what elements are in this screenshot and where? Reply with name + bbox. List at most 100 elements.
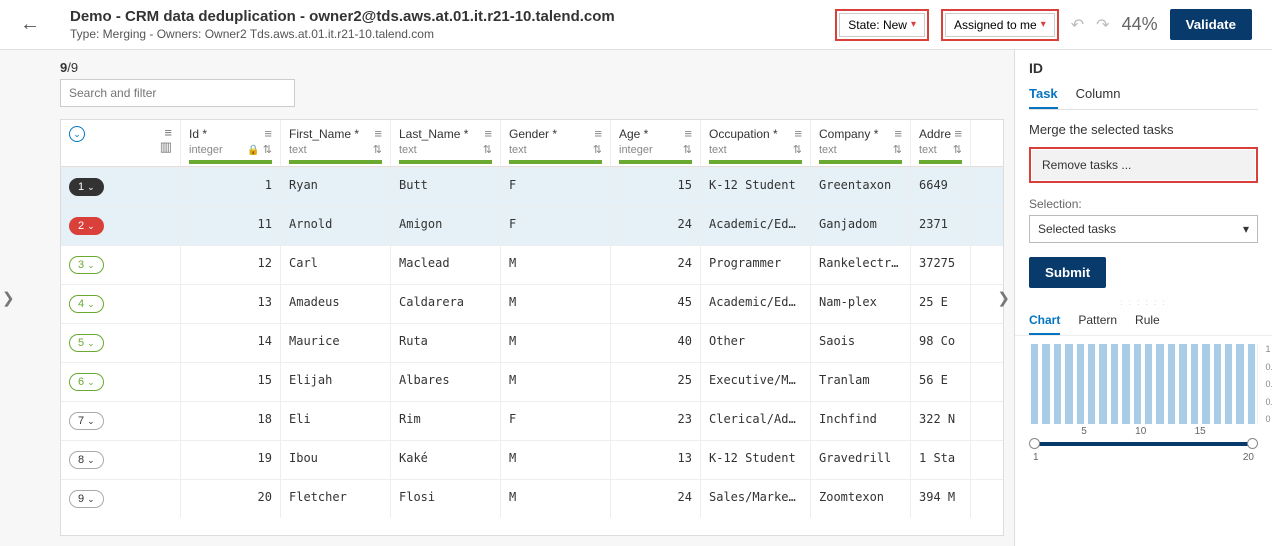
chevron-down-icon: ⌄ bbox=[87, 416, 95, 427]
column-header[interactable]: First_Name *≡text⇅ bbox=[281, 120, 391, 166]
sort-icon[interactable]: ⇅ bbox=[793, 144, 802, 156]
page-title: Demo - CRM data deduplication - owner2@t… bbox=[70, 8, 615, 25]
cell-id: 20 bbox=[181, 480, 281, 518]
column-header[interactable]: Last_Name *≡text⇅ bbox=[391, 120, 501, 166]
state-dropdown[interactable]: State: New▾ bbox=[839, 13, 925, 37]
cell-age: 13 bbox=[611, 441, 701, 479]
cell-id: 19 bbox=[181, 441, 281, 479]
cell-first-name: Carl bbox=[281, 246, 391, 284]
y-tick: 0.25 bbox=[1265, 397, 1272, 407]
cell-occupation: Other bbox=[701, 324, 811, 362]
assigned-dropdown[interactable]: Assigned to me▾ bbox=[945, 13, 1055, 37]
table-row[interactable]: 3 ⌄12CarlMacleadM24ProgrammerRankelectro… bbox=[61, 245, 1003, 284]
group-badge[interactable]: 9 ⌄ bbox=[69, 490, 104, 508]
table-row[interactable]: 9 ⌄20FletcherFlosiM24Sales/MarketingZoom… bbox=[61, 479, 1003, 518]
cell-first-name: Arnold bbox=[281, 207, 391, 245]
chevron-down-icon: ⌄ bbox=[87, 377, 95, 388]
column-header[interactable]: Gender *≡text⇅ bbox=[501, 120, 611, 166]
collapse-all-icon[interactable]: ⌄ bbox=[69, 126, 85, 142]
cell-gender: F bbox=[501, 168, 611, 206]
row-badge-cell: 1 ⌄ bbox=[61, 168, 181, 206]
slider-end-label: 1 bbox=[1033, 452, 1039, 463]
cell-gender: M bbox=[501, 285, 611, 323]
column-menu-icon[interactable]: ≡ bbox=[484, 126, 492, 141]
group-badge[interactable]: 8 ⌄ bbox=[69, 451, 104, 469]
cell-id: 1 bbox=[181, 168, 281, 206]
column-header[interactable]: Occupation *≡text⇅ bbox=[701, 120, 811, 166]
redo-icon[interactable]: ↷ bbox=[1096, 15, 1109, 35]
submit-button[interactable]: Submit bbox=[1029, 257, 1106, 288]
menu-icon[interactable]: ≡ bbox=[164, 125, 172, 140]
column-menu-icon[interactable]: ≡ bbox=[594, 126, 602, 141]
validate-button[interactable]: Validate bbox=[1170, 9, 1252, 40]
expand-right-icon[interactable]: ❯ bbox=[997, 289, 1010, 307]
range-slider[interactable]: 51015 120 bbox=[1029, 438, 1258, 448]
search-input[interactable] bbox=[60, 79, 295, 107]
y-tick: 0.75 bbox=[1265, 362, 1272, 372]
group-badge[interactable]: 1 ⌄ bbox=[69, 178, 104, 196]
quality-bar bbox=[289, 160, 382, 164]
tab-chart[interactable]: Chart bbox=[1029, 313, 1060, 335]
group-badge[interactable]: 7 ⌄ bbox=[69, 412, 104, 430]
table-row[interactable]: 5 ⌄14MauriceRutaM40OtherSaois98 Co bbox=[61, 323, 1003, 362]
data-grid: ⌄≡▥Id *≡integer🔒 ⇅First_Name *≡text⇅Last… bbox=[60, 119, 1004, 536]
column-menu-icon[interactable]: ≡ bbox=[894, 126, 902, 141]
sort-icon[interactable]: ⇅ bbox=[893, 144, 902, 156]
sort-icon[interactable]: ⇅ bbox=[593, 144, 602, 156]
resize-handle[interactable]: : : : : : : bbox=[1015, 298, 1272, 307]
column-header[interactable]: Addre≡text⇅ bbox=[911, 120, 971, 166]
table-row[interactable]: 6 ⌄15ElijahAlbaresM25Executive/Man...Tra… bbox=[61, 362, 1003, 401]
quality-bar bbox=[619, 160, 692, 164]
group-badge[interactable]: 2 ⌄ bbox=[69, 217, 104, 235]
cell-id: 13 bbox=[181, 285, 281, 323]
tab-pattern[interactable]: Pattern bbox=[1078, 313, 1117, 335]
chart-bar bbox=[1248, 344, 1255, 424]
column-header[interactable]: Age *≡integer⇅ bbox=[611, 120, 701, 166]
sort-icon[interactable]: ⇅ bbox=[263, 144, 272, 156]
column-menu-icon[interactable]: ≡ bbox=[684, 126, 692, 141]
grid-icon[interactable]: ▥ bbox=[160, 139, 172, 154]
column-menu-icon[interactable]: ≡ bbox=[374, 126, 382, 141]
group-badge[interactable]: 4 ⌄ bbox=[69, 295, 104, 313]
chart-bar bbox=[1225, 344, 1232, 424]
cell-address: 56 E bbox=[911, 363, 971, 401]
column-header[interactable]: Id *≡integer🔒 ⇅ bbox=[181, 120, 281, 166]
chart-bar bbox=[1031, 344, 1038, 424]
cell-first-name: Fletcher bbox=[281, 480, 391, 518]
expand-left-icon[interactable]: ❯ bbox=[2, 289, 15, 307]
remove-tasks-action[interactable]: Remove tasks ... bbox=[1032, 150, 1255, 180]
cell-occupation: Academic/Educ... bbox=[701, 207, 811, 245]
tab-rule[interactable]: Rule bbox=[1135, 313, 1160, 335]
table-row[interactable]: 8 ⌄19IbouKakéM13K-12 StudentGravedrill1 … bbox=[61, 440, 1003, 479]
column-menu-icon[interactable]: ≡ bbox=[264, 126, 272, 141]
cell-address: 322 N bbox=[911, 402, 971, 440]
back-icon[interactable]: ← bbox=[20, 13, 40, 36]
table-row[interactable]: 7 ⌄18EliRimF23Clerical/AdminInchfind322 … bbox=[61, 401, 1003, 440]
sort-icon[interactable]: ⇅ bbox=[483, 144, 492, 156]
group-badge[interactable]: 3 ⌄ bbox=[69, 256, 104, 274]
cell-company: Greentaxon bbox=[811, 168, 911, 206]
cell-first-name: Amadeus bbox=[281, 285, 391, 323]
group-badge[interactable]: 5 ⌄ bbox=[69, 334, 104, 352]
column-menu-icon[interactable]: ≡ bbox=[794, 126, 802, 141]
cell-address: 37275 bbox=[911, 246, 971, 284]
table-row[interactable]: 4 ⌄13AmadeusCaldareraM45Academic/Educ...… bbox=[61, 284, 1003, 323]
tab-column[interactable]: Column bbox=[1076, 86, 1121, 109]
group-badge[interactable]: 6 ⌄ bbox=[69, 373, 104, 391]
sort-icon[interactable]: ⇅ bbox=[953, 144, 962, 156]
row-badge-cell: 4 ⌄ bbox=[61, 285, 181, 323]
sort-icon[interactable]: ⇅ bbox=[683, 144, 692, 156]
row-badge-cell: 9 ⌄ bbox=[61, 480, 181, 518]
sort-icon[interactable]: ⇅ bbox=[373, 144, 382, 156]
column-menu-icon[interactable]: ≡ bbox=[954, 126, 962, 141]
chart-bar bbox=[1054, 344, 1061, 424]
undo-icon[interactable]: ↶ bbox=[1071, 15, 1084, 35]
table-row[interactable]: 2 ⌄11ArnoldAmigonF24Academic/Educ...Ganj… bbox=[61, 206, 1003, 245]
tab-task[interactable]: Task bbox=[1029, 86, 1058, 109]
column-header[interactable]: Company *≡text⇅ bbox=[811, 120, 911, 166]
app-header: ← Demo - CRM data deduplication - owner2… bbox=[0, 0, 1272, 50]
y-tick: 0.5 bbox=[1265, 379, 1272, 389]
cell-address: 6649 bbox=[911, 168, 971, 206]
selection-dropdown[interactable]: Selected tasks▾ bbox=[1029, 215, 1258, 243]
table-row[interactable]: 1 ⌄1RyanButtF15K-12 StudentGreentaxon664… bbox=[61, 167, 1003, 206]
